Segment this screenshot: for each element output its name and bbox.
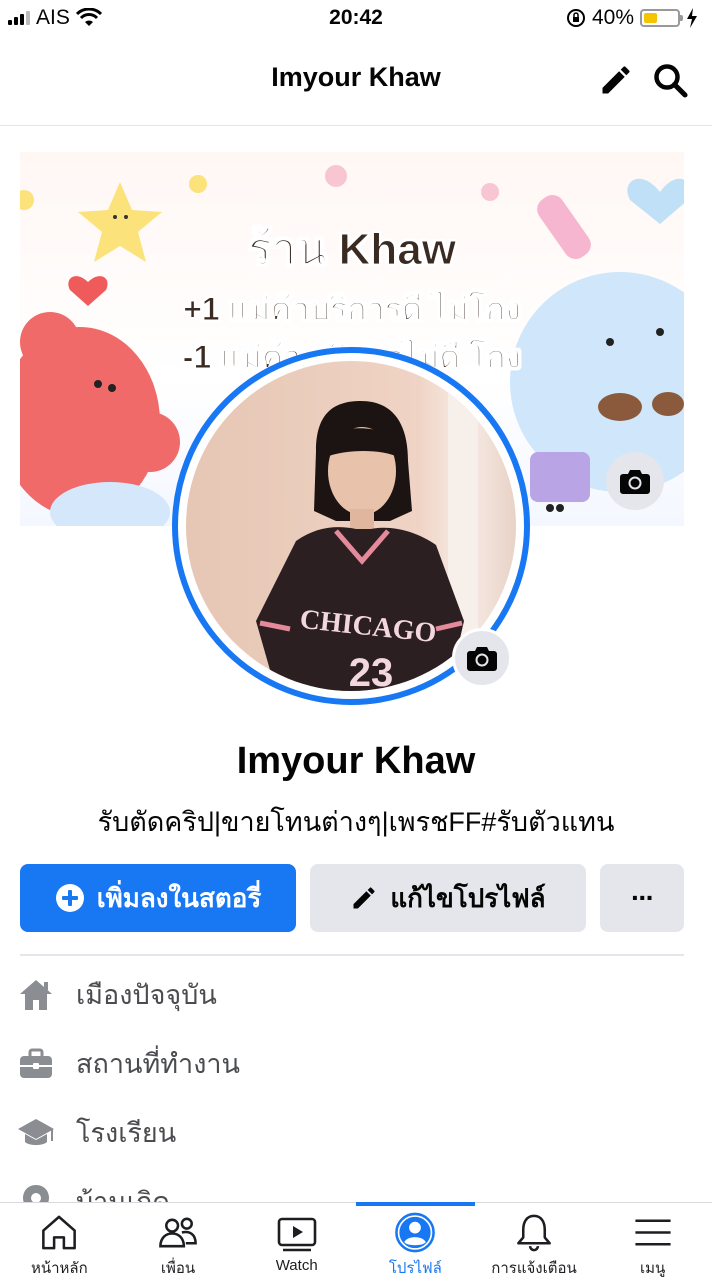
edit-button[interactable] xyxy=(596,60,636,100)
pencil-icon xyxy=(602,66,630,94)
tab-watch[interactable]: Watch xyxy=(237,1203,356,1280)
profile-header: Imyour Khaw xyxy=(0,36,712,126)
more-options-button[interactable]: ··· xyxy=(600,864,684,932)
tab-profile-label: โปรไฟล์ xyxy=(388,1260,442,1277)
battery-percent: 40% xyxy=(591,6,634,29)
tab-menu[interactable]: เมนู xyxy=(593,1203,712,1280)
tab-notifications-label: การแจ้งเตือน xyxy=(491,1260,577,1277)
camera-icon xyxy=(467,647,497,671)
edit-profile-label: แก้ไขโปรไฟล์ xyxy=(390,882,546,913)
carrier-name: AIS xyxy=(36,6,70,29)
divider xyxy=(20,954,684,956)
details-current-city[interactable]: เมืองปัจจุบัน xyxy=(16,960,696,1029)
home-icon xyxy=(16,975,56,1015)
wifi-icon xyxy=(75,8,102,26)
shirt-number: 23 xyxy=(348,651,394,691)
watch-icon xyxy=(277,1217,316,1252)
profile-icon xyxy=(395,1212,436,1253)
more-icon: ··· xyxy=(631,882,655,913)
bell-icon xyxy=(517,1214,551,1252)
details-workplace[interactable]: สถานที่ทำงาน xyxy=(16,1029,696,1098)
tab-notifications[interactable]: การแจ้งเตือน xyxy=(475,1203,594,1280)
tab-profile[interactable]: โปรไฟล์ xyxy=(356,1202,475,1280)
briefcase-icon xyxy=(16,1044,56,1084)
battery-icon xyxy=(640,9,683,27)
tab-menu-label: เมนู xyxy=(640,1260,666,1277)
add-to-story-label: เพิ่มลงในสตอรี่ xyxy=(96,882,262,913)
details-school[interactable]: โรงเรียน xyxy=(16,1098,696,1167)
graduation-cap-icon xyxy=(16,1113,56,1153)
tab-watch-label: Watch xyxy=(275,1257,318,1274)
charging-icon xyxy=(687,8,697,28)
pencil-icon xyxy=(353,887,375,909)
bottom-tab-bar: หน้าหลัก เพื่อน Watch โปรไฟล์ การแจ้งเตื… xyxy=(0,1202,712,1280)
tab-friends[interactable]: เพื่อน xyxy=(119,1203,238,1280)
add-to-story-button[interactable]: เพิ่มลงในสตอรี่ xyxy=(20,864,296,932)
cover-shop-name: ร้าน Khaw xyxy=(248,225,457,275)
orientation-lock-icon xyxy=(566,9,585,27)
cover-line-1: +1 แม่ค้าบริการดี ไม่โกง xyxy=(183,291,522,328)
edit-profile-button[interactable]: แก้ไขโปรไฟล์ xyxy=(310,864,586,932)
details-school-label: โรงเรียน xyxy=(76,1118,177,1148)
tab-home-label: หน้าหลัก xyxy=(30,1260,88,1277)
camera-icon xyxy=(620,470,650,494)
profile-details-list: เมืองปัจจุบัน สถานที่ทำงาน โรงเรียน บ้าน… xyxy=(16,960,696,1236)
search-button[interactable] xyxy=(650,60,690,100)
edit-profile-picture-button[interactable] xyxy=(452,628,512,688)
profile-bio: รับตัดคริป|ขายโทนต่างๆ|เพรชFF#รับตัวแทน xyxy=(97,807,615,837)
menu-icon xyxy=(635,1219,671,1246)
details-workplace-label: สถานที่ทำงาน xyxy=(76,1049,241,1079)
tab-home[interactable]: หน้าหลัก xyxy=(0,1203,119,1280)
edit-cover-photo-button[interactable] xyxy=(606,452,664,510)
plus-circle-icon xyxy=(55,884,84,912)
signal-strength-icon xyxy=(8,11,30,25)
status-bar: AIS 20:42 40% xyxy=(0,0,712,36)
friends-icon xyxy=(159,1217,197,1248)
search-icon xyxy=(654,64,688,98)
details-current-city-label: เมืองปัจจุบัน xyxy=(76,980,217,1010)
tab-friends-label: เพื่อน xyxy=(160,1260,196,1277)
profile-name: Imyour Khaw xyxy=(236,740,476,782)
home-icon xyxy=(42,1215,77,1250)
